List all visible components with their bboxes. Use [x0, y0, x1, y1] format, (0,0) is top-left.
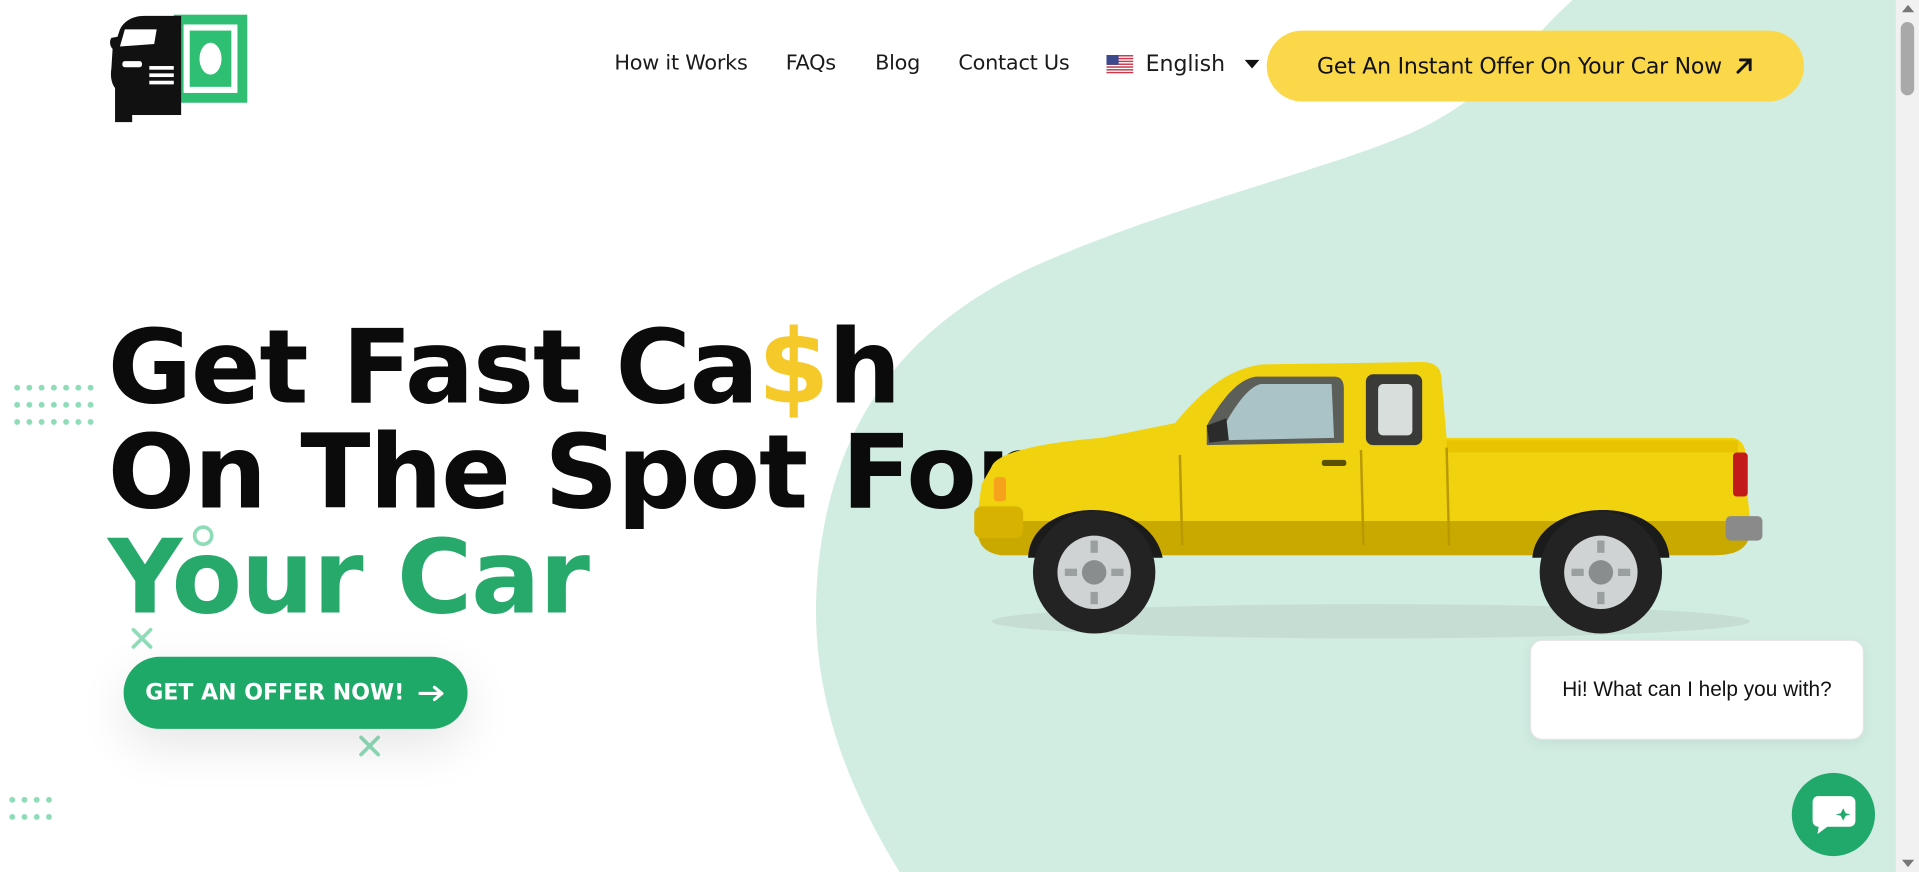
language-label: English	[1145, 51, 1226, 78]
instant-offer-label: Get An Instant Offer On Your Car Now	[1317, 53, 1722, 79]
nav-blog[interactable]: Blog	[875, 51, 920, 75]
chevron-down-icon	[1244, 59, 1260, 69]
nav-contact-us[interactable]: Contact Us	[958, 51, 1069, 75]
language-selector[interactable]: English	[1106, 51, 1260, 78]
dot-grid-decoration-small	[9, 796, 52, 820]
chat-launcher-button[interactable]	[1791, 772, 1876, 857]
hero-heading-line-1: Get Fast Ca$h	[108, 316, 902, 419]
nav-faqs[interactable]: FAQs	[786, 51, 836, 75]
scroll-up-arrow-icon[interactable]	[1901, 4, 1915, 13]
get-offer-button[interactable]: GET AN OFFER NOW!	[123, 656, 468, 729]
chat-bubble-icon	[1812, 796, 1856, 835]
chat-greeting-bubble[interactable]: Hi! What can I help you with?	[1529, 639, 1864, 740]
hero-heading-text: h	[828, 306, 901, 427]
chat-greeting-text: Hi! What can I help you with?	[1562, 677, 1832, 701]
page-scrollbar[interactable]	[1895, 0, 1919, 872]
hero-heading-line-3: Your Car	[107, 517, 590, 638]
get-offer-label: GET AN OFFER NOW!	[145, 679, 405, 706]
page: How it Works FAQs Blog Contact Us Englis…	[0, 0, 1919, 872]
arrow-right-icon	[418, 685, 444, 701]
yellow-pickup-truck-image	[974, 362, 1763, 639]
hero-heading-line-2: On The Spot For	[107, 412, 1027, 533]
dot-grid-decoration	[14, 384, 94, 425]
instant-offer-button[interactable]: Get An Instant Offer On Your Car Now	[1266, 30, 1805, 102]
arrow-up-right-icon	[1736, 58, 1752, 74]
hero-heading-text: Get Fast Ca	[107, 306, 759, 427]
scroll-down-arrow-icon[interactable]	[1901, 859, 1915, 868]
cross-decoration	[359, 735, 381, 757]
scrollbar-thumb[interactable]	[1900, 22, 1915, 96]
logo[interactable]	[108, 12, 252, 123]
nav-how-it-works[interactable]: How it Works	[614, 51, 747, 75]
us-flag-icon	[1106, 55, 1134, 74]
dollar-sign: $	[757, 306, 830, 427]
circle-decoration	[192, 525, 214, 547]
